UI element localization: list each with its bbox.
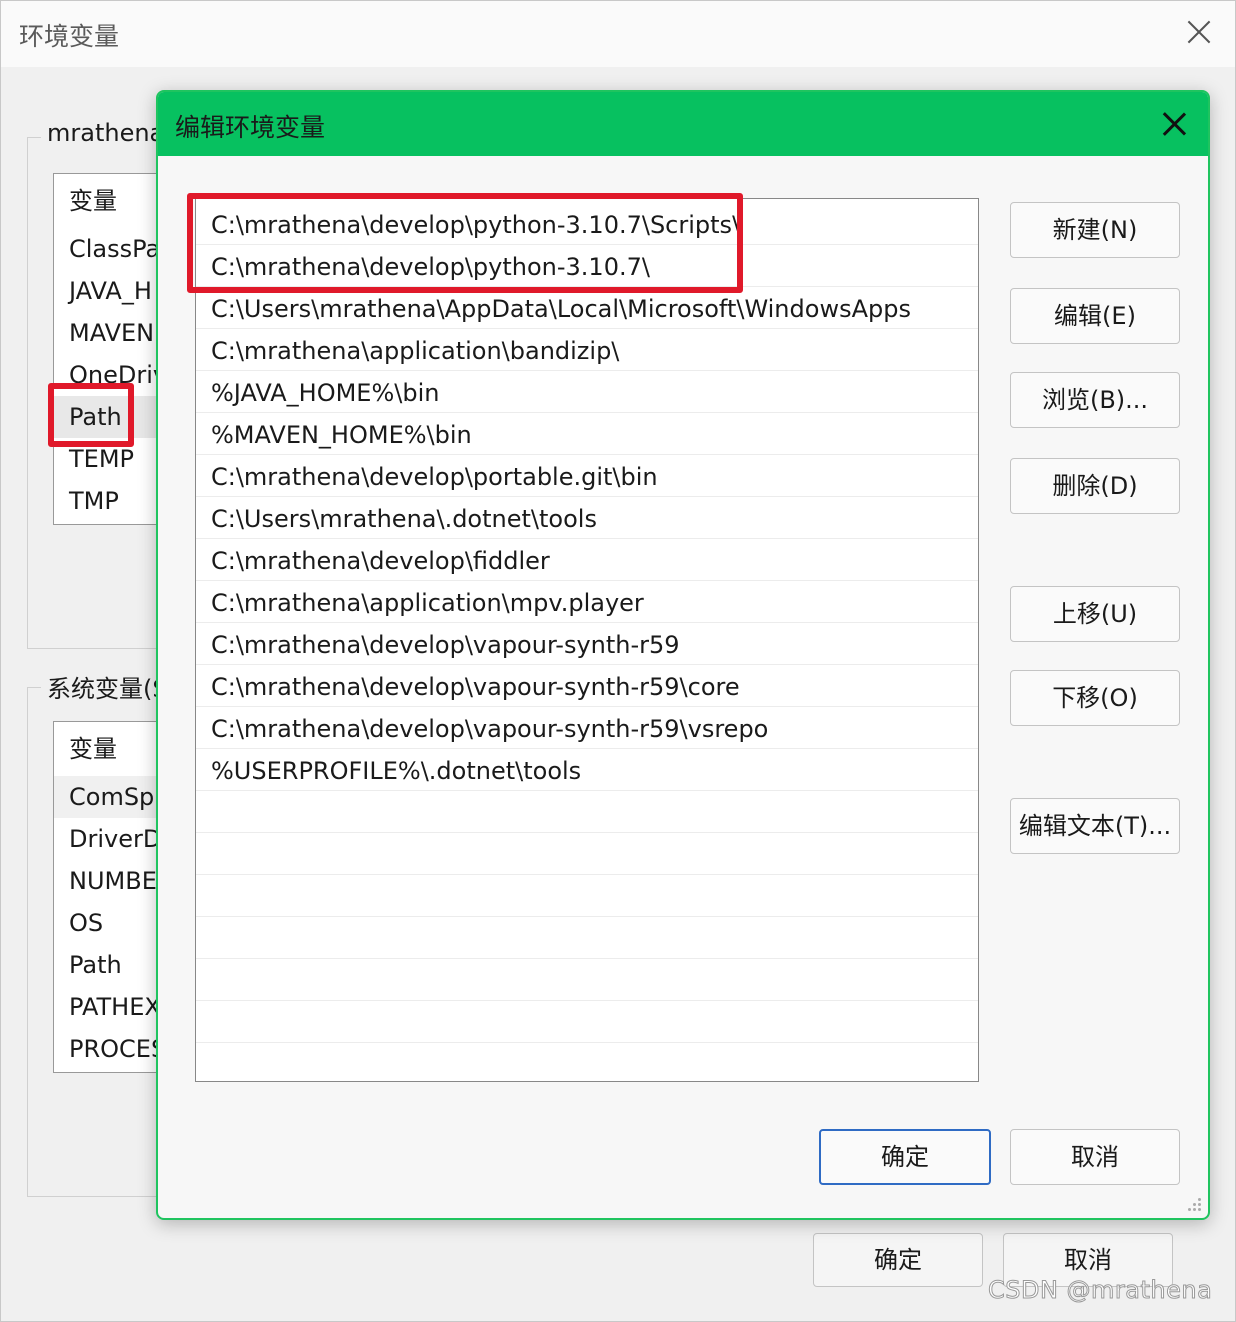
path-entry-empty[interactable] (196, 917, 978, 959)
path-entry[interactable]: C:\mrathena\develop\portable.git\bin (196, 455, 978, 497)
ok-button[interactable]: 确定 (819, 1129, 991, 1185)
path-entry[interactable]: C:\mrathena\develop\fiddler (196, 539, 978, 581)
path-entry[interactable]: %USERPROFILE%\.dotnet\tools (196, 749, 978, 791)
path-entry[interactable]: C:\mrathena\develop\vapour-synth-r59\vsr… (196, 707, 978, 749)
path-entry[interactable]: C:\Users\mrathena\.dotnet\tools (196, 497, 978, 539)
path-entry-empty[interactable] (196, 959, 978, 1001)
edit-text-button[interactable]: 编辑文本(T)... (1010, 798, 1180, 854)
dialog-title-bar: 编辑环境变量 (158, 92, 1208, 156)
window-title: 环境变量 (19, 22, 120, 51)
path-entry-empty[interactable] (196, 1001, 978, 1043)
dialog-title: 编辑环境变量 (175, 113, 326, 142)
path-entry[interactable]: C:\mrathena\application\mpv.player (196, 581, 978, 623)
path-entry[interactable]: C:\mrathena\application\bandizip\ (196, 329, 978, 371)
user-variables-label: mrathena (41, 119, 171, 147)
edit-environment-variable-dialog: 编辑环境变量 C:\mrathena\develop\python-3.10.7… (156, 90, 1210, 1220)
path-entry[interactable]: C:\mrathena\develop\python-3.10.7\ (196, 245, 978, 287)
close-icon[interactable] (1181, 15, 1217, 51)
path-entry[interactable]: C:\mrathena\develop\vapour-synth-r59 (196, 623, 978, 665)
path-entries-list[interactable]: C:\mrathena\develop\python-3.10.7\Script… (195, 198, 979, 1082)
path-entry-empty[interactable] (196, 1043, 978, 1081)
cancel-button[interactable]: 取消 (1010, 1129, 1180, 1185)
path-entry[interactable]: %JAVA_HOME%\bin (196, 371, 978, 413)
title-bar: 环境变量 (1, 1, 1235, 67)
path-entry[interactable]: %MAVEN_HOME%\bin (196, 413, 978, 455)
resize-grip-icon[interactable] (1188, 1198, 1202, 1212)
move-down-button[interactable]: 下移(O) (1010, 670, 1180, 726)
path-entry[interactable]: C:\mrathena\develop\python-3.10.7\Script… (196, 203, 978, 245)
browse-button[interactable]: 浏览(B)... (1010, 372, 1180, 428)
close-icon[interactable] (1156, 106, 1192, 142)
watermark: CSDN @mrathena (987, 1276, 1213, 1305)
ok-button[interactable]: 确定 (813, 1233, 983, 1287)
move-up-button[interactable]: 上移(U) (1010, 586, 1180, 642)
delete-button[interactable]: 删除(D) (1010, 458, 1180, 514)
path-entry-empty[interactable] (196, 791, 978, 833)
edit-button[interactable]: 编辑(E) (1010, 288, 1180, 344)
path-entry[interactable]: C:\mrathena\develop\vapour-synth-r59\cor… (196, 665, 978, 707)
path-entry-empty[interactable] (196, 875, 978, 917)
path-entry[interactable]: C:\Users\mrathena\AppData\Local\Microsof… (196, 287, 978, 329)
system-variables-label: 系统变量(S (41, 669, 174, 704)
path-entry-empty[interactable] (196, 833, 978, 875)
new-button[interactable]: 新建(N) (1010, 202, 1180, 258)
